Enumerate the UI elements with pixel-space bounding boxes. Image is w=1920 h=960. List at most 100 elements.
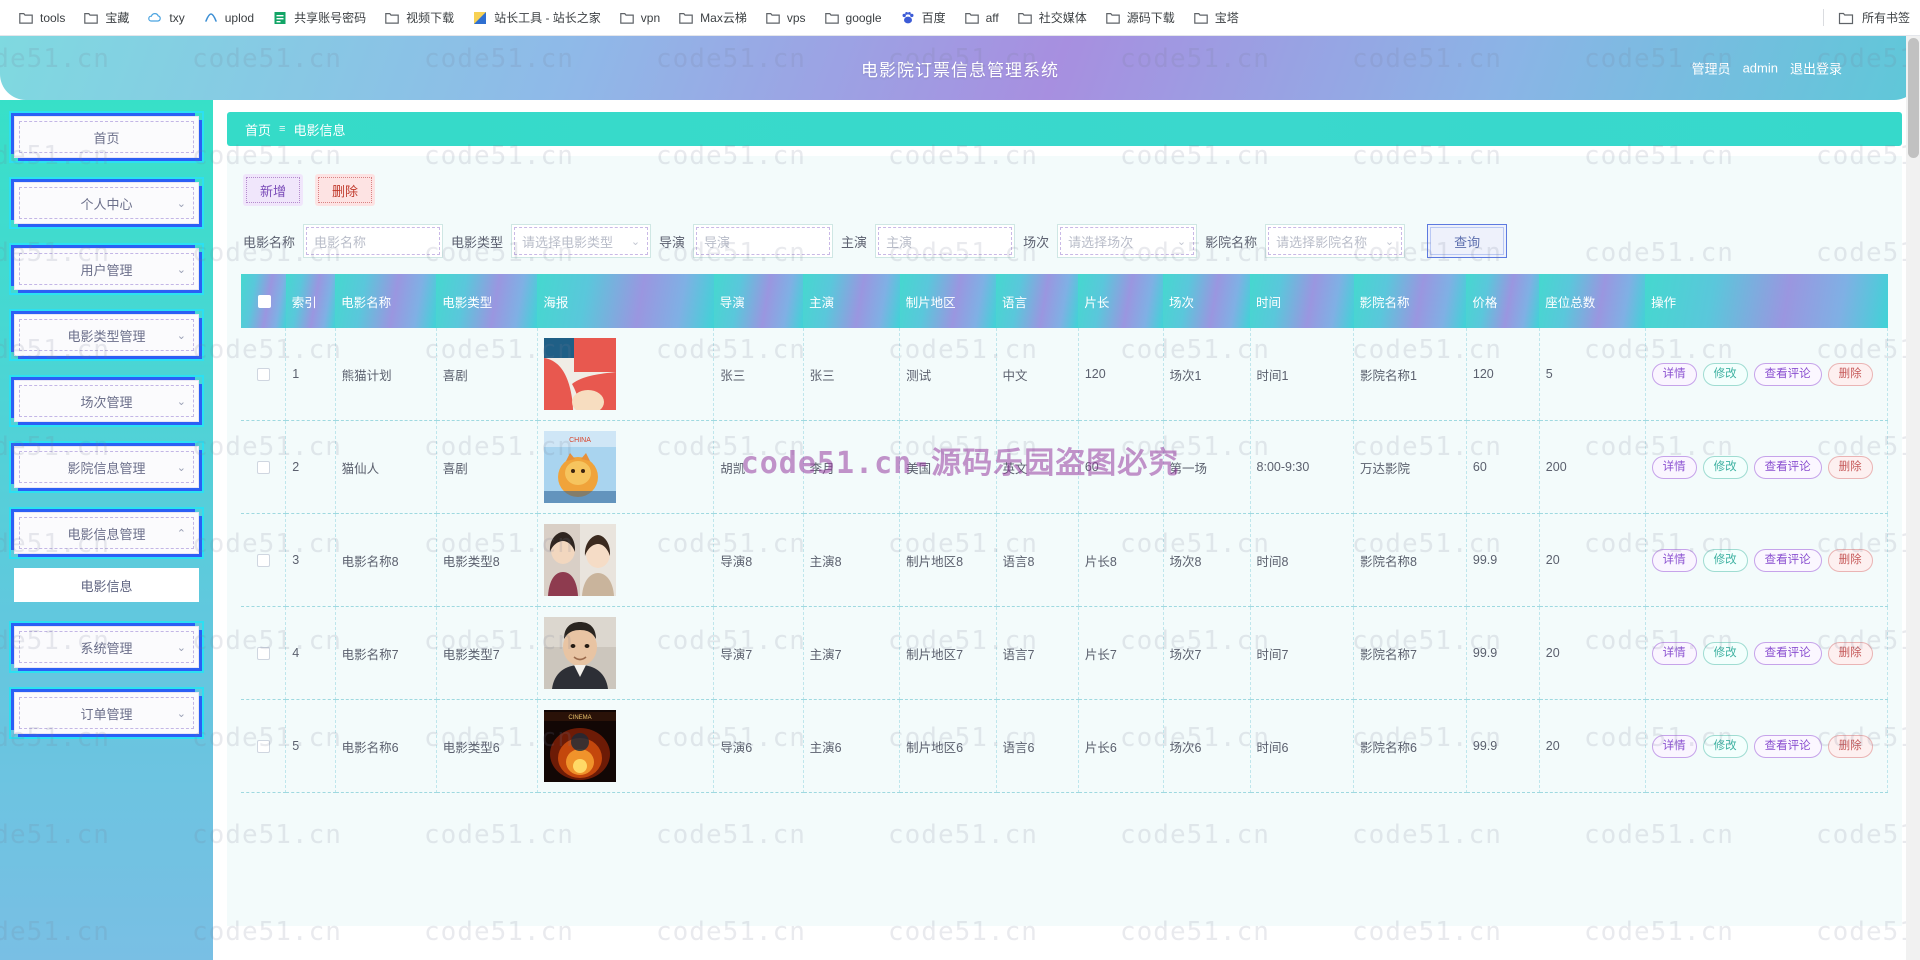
remove-button[interactable]: 删除 xyxy=(1827,548,1873,572)
bookmark-item[interactable]: 视频下载 xyxy=(376,5,462,30)
breadcrumb-home[interactable]: 首页 xyxy=(245,120,271,139)
row-checkbox-cell[interactable] xyxy=(241,606,287,700)
sidebar-menu-3[interactable]: 电影类型管理 ⌄ xyxy=(9,309,204,361)
column-header-7: 制片地区 xyxy=(899,274,997,328)
comment-button[interactable]: 查看评论 xyxy=(1753,641,1822,665)
remove-button[interactable]: 删除 xyxy=(1827,362,1873,386)
user-name-label: admin xyxy=(1742,60,1778,76)
row-checkbox-cell[interactable] xyxy=(241,328,287,421)
bookmark-item[interactable]: uplod xyxy=(195,6,262,30)
checkbox-icon[interactable] xyxy=(256,647,270,661)
comment-button[interactable]: 查看评论 xyxy=(1753,734,1822,758)
filter-select-cinema_name[interactable]: 请选择影院名称 ⌄ xyxy=(1265,224,1406,258)
bookmark-label: tools xyxy=(40,10,66,25)
cell-director: 导演8 xyxy=(713,513,804,607)
select-all-checkbox[interactable] xyxy=(241,274,286,328)
comment-button[interactable]: 查看评论 xyxy=(1753,362,1822,386)
bookmark-item[interactable]: 宝塔 xyxy=(1185,5,1247,30)
sidebar-menu-5[interactable]: 影院信息管理 ⌄ xyxy=(9,441,204,493)
sidebar-menu-4[interactable]: 场次管理 ⌄ xyxy=(9,375,204,427)
checkbox-icon[interactable] xyxy=(256,554,270,568)
detail-button[interactable]: 详情 xyxy=(1651,455,1697,479)
checkbox-icon[interactable] xyxy=(257,295,271,309)
cell-session: 场次6 xyxy=(1163,699,1251,793)
add-button[interactable]: 新增 xyxy=(243,174,303,206)
filter-input-starring[interactable]: 主演 xyxy=(875,224,1016,258)
bookmark-item[interactable]: vps xyxy=(757,6,814,30)
wave-icon xyxy=(203,10,219,26)
browser-bookmarks-bar: tools 宝藏 txy uplod 共享账号密码 视频下载 站长工具 - 站长之家 vpn M… xyxy=(0,0,1920,36)
sheet-icon xyxy=(272,10,288,26)
bookmark-item[interactable]: aff xyxy=(956,6,1007,30)
bookmark-item[interactable]: 社交媒体 xyxy=(1009,5,1095,30)
checkbox-icon[interactable] xyxy=(256,368,270,382)
row-checkbox-cell[interactable] xyxy=(241,699,287,793)
cell-language: 中文 xyxy=(996,328,1079,421)
page-scrollbar-thumb[interactable] xyxy=(1908,38,1919,158)
delete-button[interactable]: 删除 xyxy=(315,174,375,206)
cell-session: 场次8 xyxy=(1163,513,1251,607)
cell-time: 时间7 xyxy=(1250,606,1355,700)
remove-button[interactable]: 删除 xyxy=(1827,455,1873,479)
cell-session: 第一场 xyxy=(1163,420,1251,514)
remove-button[interactable]: 删除 xyxy=(1827,641,1873,665)
sidebar-submenu-movie-info[interactable]: 电影信息 xyxy=(14,568,199,602)
edit-button[interactable]: 修改 xyxy=(1702,455,1748,479)
sidebar-menu-8[interactable]: 订单管理 ⌄ xyxy=(9,687,204,739)
filter-input-movie_name[interactable]: 电影名称 xyxy=(303,224,444,258)
cloud-icon xyxy=(147,10,163,26)
edit-button[interactable]: 修改 xyxy=(1702,362,1748,386)
sidebar-menu-1[interactable]: 个人中心 ⌄ xyxy=(9,177,204,229)
remove-button[interactable]: 删除 xyxy=(1827,734,1873,758)
cell-starring: 李月 xyxy=(803,420,901,514)
filter-placeholder: 主演 xyxy=(886,234,913,250)
query-button[interactable]: 查询 xyxy=(1427,224,1508,258)
row-action-group: 详情 修改 查看评论 删除 xyxy=(1651,641,1881,665)
bookmark-item[interactable]: 源码下载 xyxy=(1097,5,1183,30)
all-bookmarks-label: 所有书签 xyxy=(1861,11,1910,25)
filter-input-director[interactable]: 导演 xyxy=(693,224,834,258)
checkbox-icon[interactable] xyxy=(256,461,270,475)
bookmark-item[interactable]: 站长工具 - 站长之家 xyxy=(464,5,609,30)
comment-button[interactable]: 查看评论 xyxy=(1753,548,1822,572)
detail-button[interactable]: 详情 xyxy=(1651,362,1697,386)
detail-button[interactable]: 详情 xyxy=(1651,548,1697,572)
sidebar-menu-0[interactable]: 首页 xyxy=(9,111,204,163)
sidebar-menu-2[interactable]: 用户管理 ⌄ xyxy=(9,243,204,295)
detail-button[interactable]: 详情 xyxy=(1651,734,1697,758)
cell-seats: 200 xyxy=(1539,420,1646,514)
sidebar-menu-7[interactable]: 系统管理 ⌄ xyxy=(9,621,204,673)
all-bookmarks-button[interactable]: 所有书签 xyxy=(1822,9,1910,26)
edit-button[interactable]: 修改 xyxy=(1702,641,1748,665)
cell-cinema: 影院名称1 xyxy=(1353,328,1467,421)
row-checkbox-cell[interactable] xyxy=(241,513,287,607)
filter-select-session[interactable]: 请选择场次 ⌄ xyxy=(1057,224,1198,258)
cell-type: 喜剧 xyxy=(436,328,538,421)
checkbox-icon[interactable] xyxy=(256,740,270,754)
bookmark-item[interactable]: txy xyxy=(139,6,192,30)
cell-price: 99.9 xyxy=(1466,513,1540,607)
logout-button[interactable]: 退出登录 xyxy=(1790,59,1842,78)
sidebar-item-5: 影院信息管理 ⌄ xyxy=(9,441,204,493)
bookmark-item[interactable]: 宝藏 xyxy=(75,5,137,30)
bookmark-item[interactable]: 百度 xyxy=(892,5,954,30)
bookmark-item[interactable]: 共享账号密码 xyxy=(264,5,374,30)
bookmark-item[interactable]: google xyxy=(816,6,890,30)
sidebar-menu-6[interactable]: 电影信息管理 ⌃ xyxy=(9,507,204,559)
filter-placeholder: 请选择影院名称 xyxy=(1276,234,1368,250)
cell-name: 熊猫计划 xyxy=(335,328,437,421)
comment-button[interactable]: 查看评论 xyxy=(1753,455,1822,479)
edit-button[interactable]: 修改 xyxy=(1702,548,1748,572)
detail-button[interactable]: 详情 xyxy=(1651,641,1697,665)
cell-price: 120 xyxy=(1466,328,1540,421)
folder-icon xyxy=(824,10,840,26)
movies-table-wrapper: 索引 电影名称 电影类型 海报 导演 主演 制片地区 语言 片长 场次 时间 影院名称 价格 座位总数 操作… xyxy=(241,274,1889,793)
bookmark-item[interactable]: tools xyxy=(10,6,73,30)
bookmark-item[interactable]: Max云梯 xyxy=(670,5,755,30)
bookmark-item[interactable]: vpn xyxy=(611,6,668,30)
bookmark-label: 共享账号密码 xyxy=(294,11,367,25)
page-scrollbar-track[interactable] xyxy=(1906,36,1920,960)
row-checkbox-cell[interactable] xyxy=(241,420,287,514)
edit-button[interactable]: 修改 xyxy=(1702,734,1748,758)
filter-select-movie_type[interactable]: 请选择电影类型 ⌄ xyxy=(511,224,652,258)
